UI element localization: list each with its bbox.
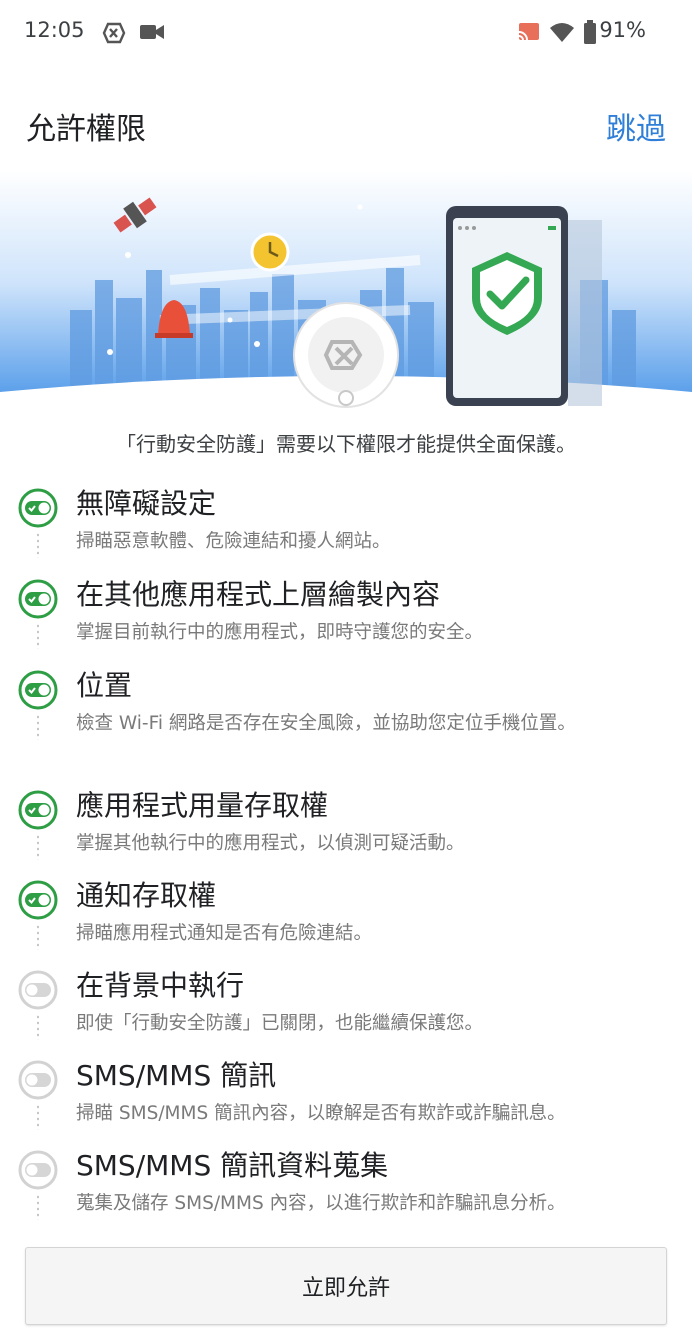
permission-description: 即使「行動安全防護」已關閉，也能繼續保護您。 xyxy=(76,1013,484,1034)
connector-dots xyxy=(37,714,39,740)
page-title: 允許權限 xyxy=(26,112,146,147)
connector-dots xyxy=(37,623,39,649)
toggle-on-icon[interactable] xyxy=(18,880,58,920)
connector-dots xyxy=(37,1194,39,1220)
toggle-on-icon[interactable] xyxy=(18,790,58,830)
toggle-on-icon[interactable] xyxy=(18,670,58,710)
permission-title: SMS/MMS 簡訊 xyxy=(76,1059,277,1092)
permission-description: 檢查 Wi-Fi 網路是否存在安全風險，並協助您定位手機位置。 xyxy=(76,713,576,734)
toggle-off-icon[interactable] xyxy=(18,1060,58,1100)
connector-dots xyxy=(37,1104,39,1130)
permission-title: 無障礙設定 xyxy=(76,487,217,520)
battery-icon xyxy=(584,20,596,44)
permission-description: 蒐集及儲存 SMS/MMS 內容，以進行欺詐和詐騙訊息分析。 xyxy=(76,1193,566,1214)
permission-title: SMS/MMS 簡訊資料蒐集 xyxy=(76,1149,389,1182)
connector-dots xyxy=(37,834,39,860)
permission-description: 掌握目前執行中的應用程式，即時守護您的安全。 xyxy=(76,622,484,643)
permission-title: 應用程式用量存取權 xyxy=(76,789,329,822)
toggle-on-icon[interactable] xyxy=(18,579,58,619)
skip-button[interactable]: 跳過 xyxy=(606,104,666,148)
connector-dots xyxy=(37,924,39,950)
permission-description: 掃瞄惡意軟體、危險連結和擾人網站。 xyxy=(76,531,391,552)
hero-illustration xyxy=(0,170,692,420)
video-camera-icon xyxy=(140,25,164,39)
status-time: 12:05 xyxy=(24,18,85,42)
connector-dots xyxy=(37,532,39,558)
permission-title: 通知存取權 xyxy=(76,879,217,912)
toggle-off-icon[interactable] xyxy=(18,1150,58,1190)
permissions-illustration xyxy=(0,170,692,420)
permission-title: 位置 xyxy=(76,669,133,702)
app-header: 允許權限 跳過 xyxy=(0,86,692,158)
app-shield-icon xyxy=(102,22,126,44)
intro-text: 「行動安全防護」需要以下權限才能提供全面保護。 xyxy=(116,432,576,456)
toggle-on-icon[interactable] xyxy=(18,488,58,528)
permission-description: 掃瞄應用程式通知是否有危險連結。 xyxy=(76,923,373,944)
allow-now-button[interactable]: 立即允許 xyxy=(25,1247,667,1325)
permission-description: 掌握其他執行中的應用程式，以偵測可疑活動。 xyxy=(76,833,465,854)
battery-percent: 91% xyxy=(599,18,646,42)
wifi-icon xyxy=(550,23,574,42)
status-bar: 12:05 91% xyxy=(0,0,692,64)
connector-dots xyxy=(37,1014,39,1040)
permission-title: 在背景中執行 xyxy=(76,969,245,1002)
cast-icon xyxy=(518,23,539,41)
phone-shield-graphic xyxy=(446,206,602,406)
permission-description: 掃瞄 SMS/MMS 簡訊內容，以瞭解是否有欺詐或詐騙訊息。 xyxy=(76,1103,566,1124)
toggle-off-icon[interactable] xyxy=(18,970,58,1010)
permission-title: 在其他應用程式上層繪製內容 xyxy=(76,578,441,611)
